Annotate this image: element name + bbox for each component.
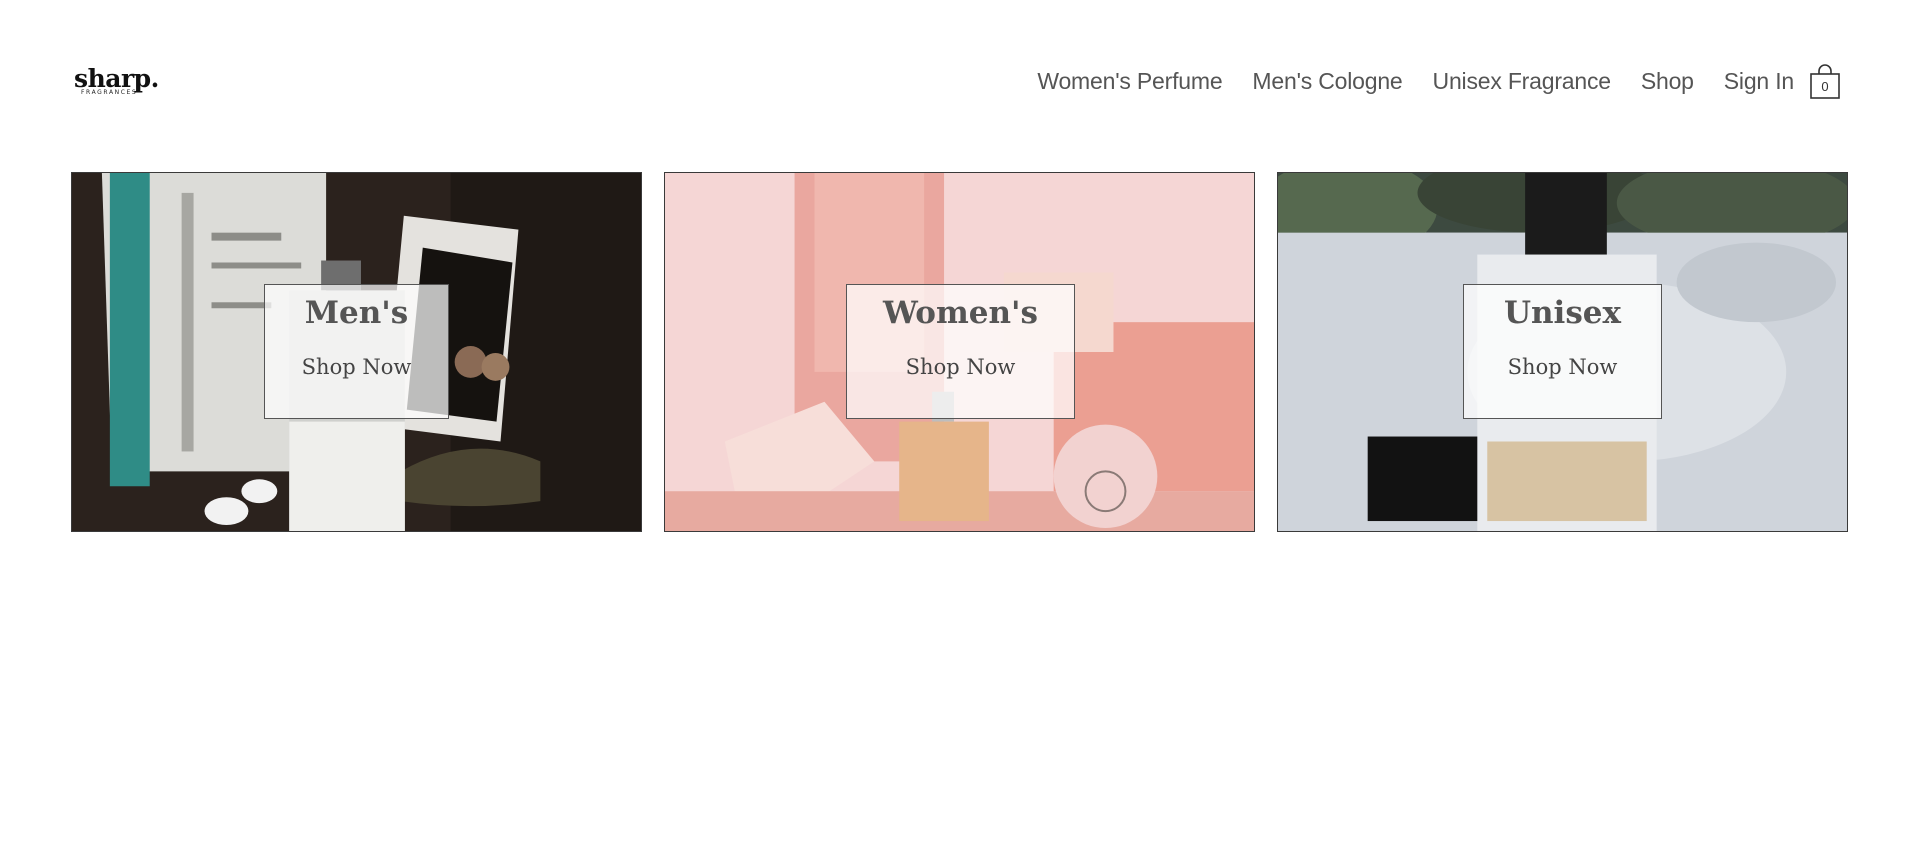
main-nav: Women's Perfume Men's Cologne Unisex Fra… [1037,64,1794,98]
site-header: sharp. FRAGRANCES Women's Perfume Men's … [0,0,1919,170]
cart-button[interactable]: 0 [1809,62,1841,100]
unisex-overlay: Unisex Shop Now [1463,284,1662,419]
nav-womens-perfume[interactable]: Women's Perfume [1037,64,1222,98]
card-title: Women's [883,295,1038,331]
shop-now-button[interactable]: Shop Now [265,353,448,381]
nav-shop[interactable]: Shop [1641,64,1694,98]
card-title: Unisex [1503,295,1621,331]
nav-unisex-fragrance[interactable]: Unisex Fragrance [1433,64,1612,98]
nav-mens-cologne[interactable]: Men's Cologne [1252,64,1402,98]
shop-now-button[interactable]: Shop Now [1464,353,1661,381]
shop-now-button[interactable]: Shop Now [847,353,1074,381]
nav-sign-in[interactable]: Sign In [1724,64,1794,98]
card-title: Men's [304,295,409,331]
cart-count: 0 [1821,79,1829,94]
category-card-womens[interactable]: Women's Shop Now [664,172,1255,532]
category-card-unisex[interactable]: Unisex Shop Now [1277,172,1848,532]
mens-overlay: Men's Shop Now [264,284,449,419]
womens-overlay: Women's Shop Now [846,284,1075,419]
logo-subtitle: FRAGRANCES [81,89,138,96]
category-card-mens[interactable]: Men's Shop Now [71,172,642,532]
site-logo[interactable]: sharp. FRAGRANCES [74,66,159,98]
